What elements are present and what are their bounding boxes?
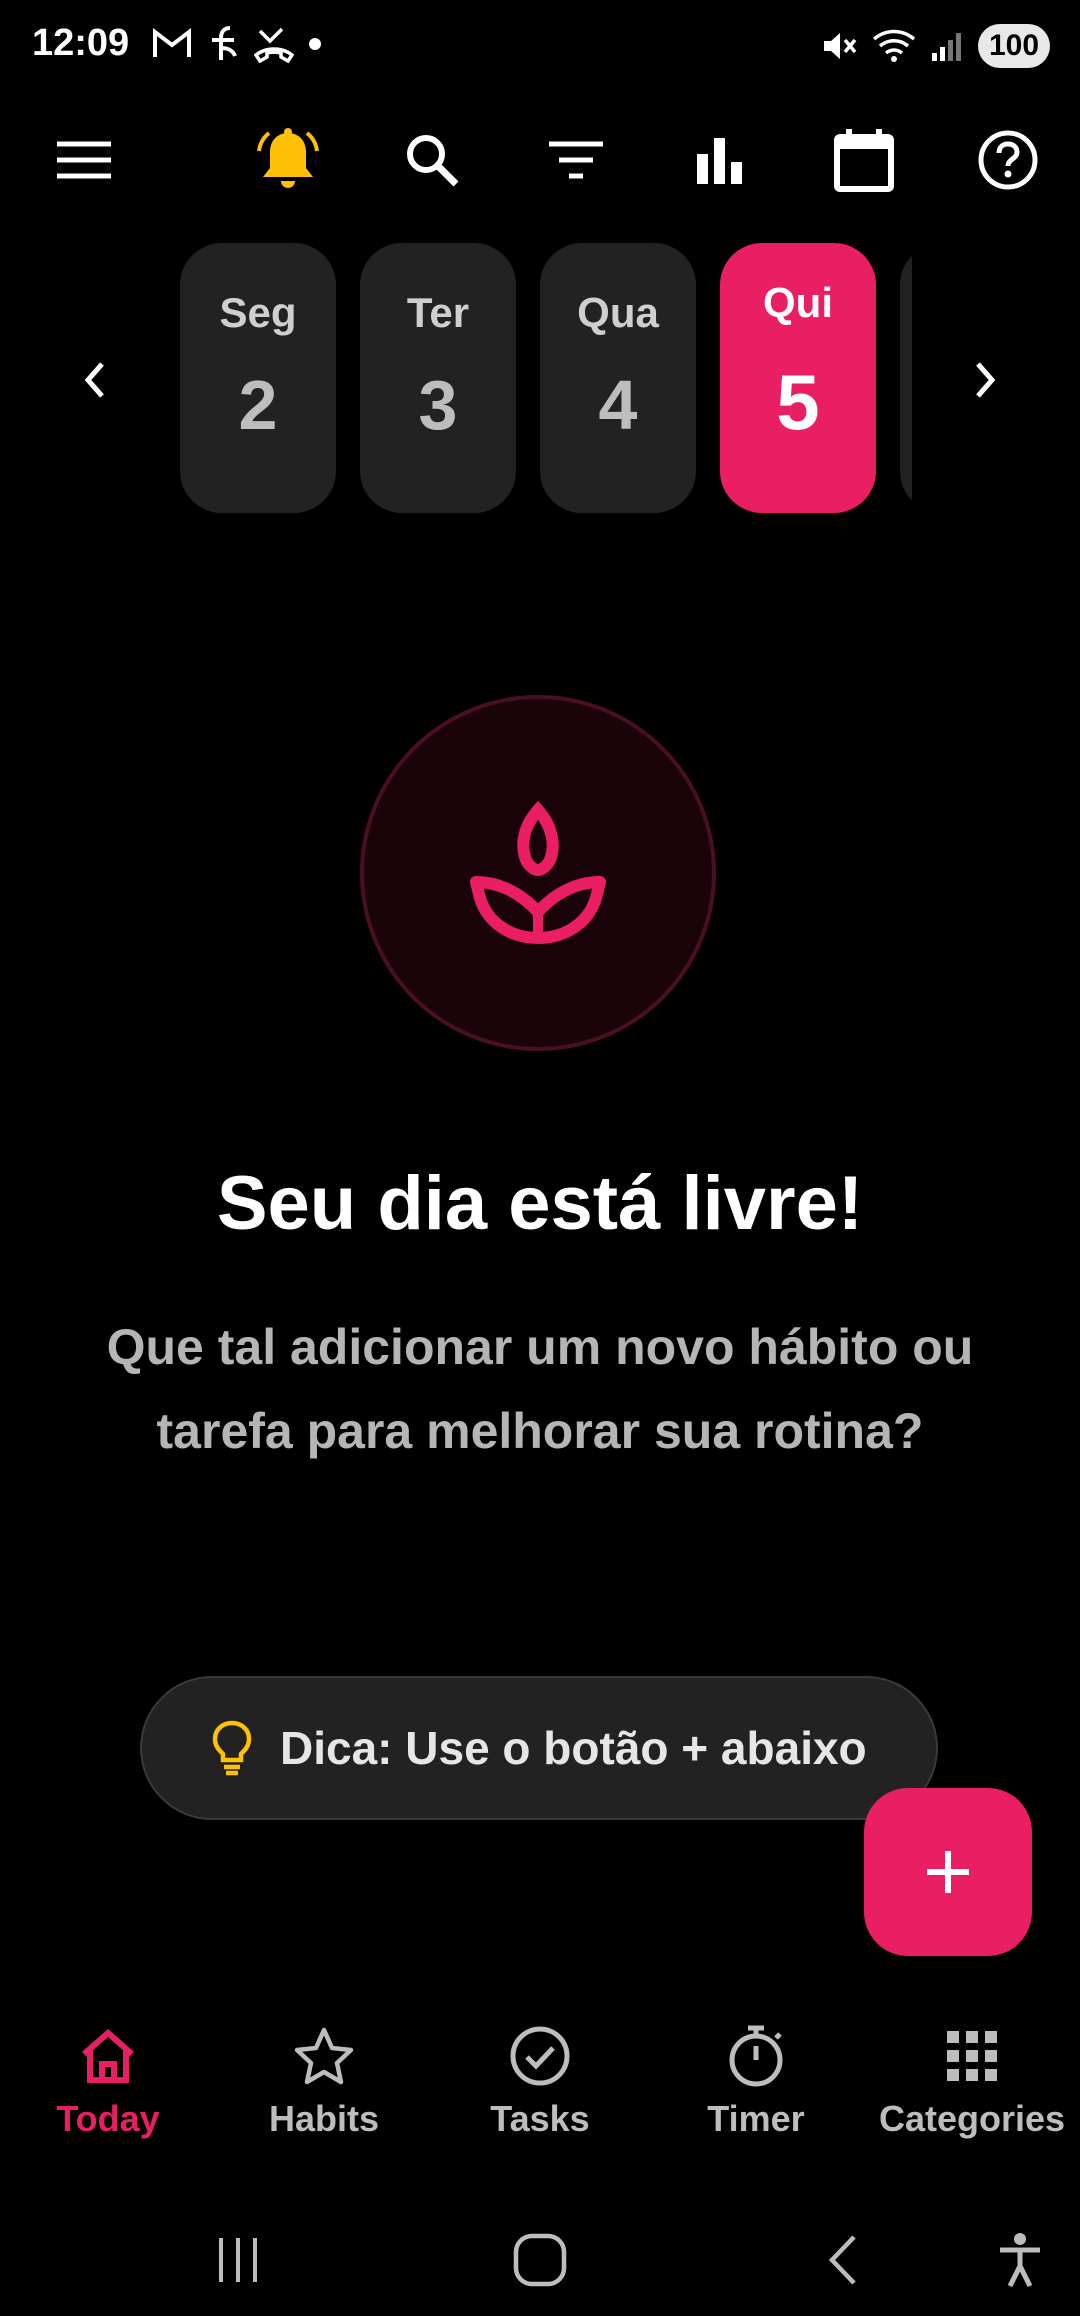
back-button[interactable] <box>802 2220 882 2300</box>
plus-icon <box>927 1851 969 1893</box>
day-number: 3 <box>418 366 458 444</box>
chevron-right-icon <box>976 362 996 398</box>
nav-today[interactable]: Today <box>0 2020 216 2170</box>
menu-button[interactable] <box>42 110 126 210</box>
week-day-selector: Seg 2 Ter 3 Qua 4 Qui 5 <box>0 240 1080 516</box>
status-time: 12:09 <box>32 22 130 64</box>
recent-apps-icon <box>219 2238 257 2282</box>
chevron-left-icon <box>84 362 104 398</box>
dot-icon <box>309 38 321 50</box>
statistics-button[interactable] <box>678 110 762 210</box>
calendar-icon <box>834 129 894 192</box>
lightbulb-icon <box>212 1718 252 1778</box>
accessibility-button[interactable] <box>980 2220 1060 2300</box>
day-card-ter[interactable]: Ter 3 <box>360 243 516 513</box>
day-number: 2 <box>238 366 278 444</box>
finance-icon <box>212 26 237 60</box>
lotus-icon <box>470 800 606 944</box>
filter-icon <box>549 141 603 179</box>
next-week-button[interactable] <box>950 340 1020 420</box>
notification-icons <box>152 24 322 64</box>
grid-icon <box>947 2031 997 2081</box>
signal-icon <box>932 33 961 61</box>
day-card-next-partial[interactable] <box>900 243 912 513</box>
bar-chart-icon <box>697 138 742 184</box>
day-card-qua[interactable]: Qua 4 <box>540 243 696 513</box>
notifications-button[interactable] <box>246 110 330 210</box>
bottom-navigation: Today Habits Tasks Timer Categories <box>0 2020 1080 2170</box>
day-name: Qui <box>763 279 833 326</box>
nav-label: Timer <box>707 2098 805 2139</box>
toolbar <box>0 110 1080 210</box>
day-number: 5 <box>776 358 820 446</box>
day-number: 4 <box>598 366 638 444</box>
star-icon <box>294 2027 354 2085</box>
tip-banner: Dica: Use o botão + abaixo <box>140 1676 938 1820</box>
days-scroll-area[interactable]: Seg 2 Ter 3 Qua 4 Qui 5 <box>170 240 912 516</box>
nav-label: Today <box>56 2098 160 2139</box>
menu-icon <box>57 141 111 179</box>
day-name: Ter <box>406 289 470 336</box>
recent-apps-button[interactable] <box>198 2220 278 2300</box>
calendar-button[interactable] <box>822 110 906 210</box>
nav-timer[interactable]: Timer <box>648 2020 864 2170</box>
previous-week-button[interactable] <box>60 340 130 420</box>
nav-label: Tasks <box>490 2098 590 2139</box>
system-navigation-bar <box>0 2200 1080 2316</box>
home-icon <box>82 2029 134 2083</box>
day-card-seg[interactable]: Seg 2 <box>180 243 336 513</box>
search-icon <box>407 135 459 187</box>
battery-indicator: 100 <box>978 24 1050 68</box>
day-name: Qua <box>577 289 659 336</box>
status-bar: 12:09 100 <box>0 0 1080 96</box>
day-name: Seg <box>219 289 297 336</box>
bell-icon <box>257 128 319 188</box>
timer-icon <box>729 2025 783 2087</box>
home-system-button[interactable] <box>500 2220 580 2300</box>
search-button[interactable] <box>390 110 474 210</box>
nav-habits[interactable]: Habits <box>216 2020 432 2170</box>
nav-categories[interactable]: Categories <box>864 2020 1080 2170</box>
mute-icon <box>824 33 857 59</box>
nav-tasks[interactable]: Tasks <box>432 2020 648 2170</box>
nav-label: Habits <box>268 2098 380 2139</box>
tip-text: Dica: Use o botão + abaixo <box>280 1722 867 1774</box>
back-icon <box>828 2235 856 2285</box>
home-square-icon <box>513 2233 567 2287</box>
day-card-qui-selected[interactable]: Qui 5 <box>720 243 876 513</box>
gmail-icon <box>153 27 191 57</box>
empty-state-subtitle: Que tal adicionar um novo hábito ou tare… <box>106 1319 974 1459</box>
help-icon <box>978 130 1038 190</box>
help-button[interactable] <box>966 110 1050 210</box>
filter-button[interactable] <box>534 110 618 210</box>
missed-call-icon <box>254 27 294 63</box>
wifi-icon <box>872 29 916 62</box>
system-status-icons: 100 <box>820 24 1050 68</box>
check-circle-icon <box>510 2026 570 2086</box>
nav-label: Categories <box>878 2098 1066 2139</box>
empty-state-illustration <box>360 695 716 1051</box>
accessibility-icon <box>1000 2233 1040 2288</box>
empty-state-title: Seu dia está livre! <box>216 1161 864 1246</box>
add-button[interactable] <box>864 1788 1032 1956</box>
